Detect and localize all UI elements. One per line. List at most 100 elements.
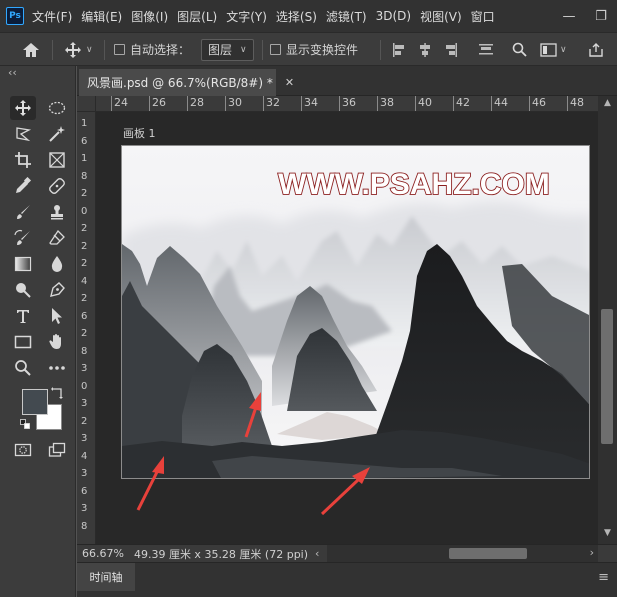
healing-brush-tool[interactable]	[44, 174, 70, 198]
timeline-tab[interactable]: 时间轴	[77, 563, 135, 591]
align-center-button[interactable]	[418, 33, 432, 66]
horizontal-scroll-thumb[interactable]	[449, 548, 527, 559]
ruler-origin[interactable]	[77, 96, 96, 112]
history-brush-tool[interactable]	[10, 226, 36, 250]
artboard[interactable]: WWW.PSAHZ.COM	[121, 145, 590, 479]
magic-wand-tool[interactable]	[44, 122, 70, 146]
ruler-tick-label: 8	[81, 170, 88, 182]
ruler-tick-label: 2	[81, 240, 88, 252]
checkbox-box[interactable]	[114, 44, 125, 55]
share-icon	[589, 42, 603, 57]
ruler-tick-label: 34	[301, 96, 318, 111]
ruler-tick-label: 0	[81, 205, 88, 217]
scroll-right-icon[interactable]: ›	[590, 546, 594, 559]
minimize-button[interactable]: —	[553, 0, 585, 32]
dodge-tool[interactable]	[10, 278, 36, 302]
ruler-tick-label: 42	[453, 96, 470, 111]
eraser-tool[interactable]	[44, 226, 70, 250]
ruler-tick-label: 2	[81, 223, 88, 234]
path-selection-tool[interactable]	[44, 304, 70, 328]
history-brush-icon	[14, 229, 30, 245]
rectangle-tool[interactable]	[10, 330, 36, 354]
align-top-button[interactable]	[478, 33, 494, 66]
panel-menu-icon[interactable]: ≡	[598, 570, 609, 585]
clone-stamp-tool[interactable]	[44, 200, 70, 224]
ruler-tick-label: 36	[339, 96, 356, 111]
close-icon[interactable]: ✕	[285, 76, 294, 89]
quick-mask-icon	[14, 443, 32, 457]
scroll-up-icon[interactable]: ▲	[598, 98, 617, 108]
default-colors-icon[interactable]	[20, 418, 30, 429]
menu-image[interactable]: 图像(I)	[131, 8, 168, 25]
menu-type[interactable]: 文字(Y)	[226, 8, 267, 25]
screen-mode-button[interactable]	[44, 438, 70, 462]
gradient-icon	[14, 256, 32, 272]
frame-tool[interactable]	[44, 148, 70, 172]
eyedropper-tool[interactable]	[10, 174, 36, 198]
home-button[interactable]	[22, 33, 40, 66]
show-transform-checkbox[interactable]: 显示变换控件	[270, 33, 358, 66]
menu-file[interactable]: 文件(F)	[32, 8, 72, 25]
align-left-button[interactable]	[392, 33, 406, 66]
auto-select-checkbox[interactable]: 自动选择：	[114, 33, 190, 66]
show-transform-label: 显示变换控件	[286, 43, 359, 57]
zoom-tool[interactable]	[10, 356, 36, 380]
align-right-icon	[446, 42, 457, 57]
collapse-panel-button[interactable]: ‹‹	[8, 66, 17, 79]
horizontal-scrollbar[interactable]: ›	[327, 545, 598, 563]
gradient-tool[interactable]	[10, 252, 36, 276]
more-tools-button[interactable]	[44, 356, 70, 380]
crop-tool[interactable]	[10, 148, 36, 172]
maximize-button[interactable]: ❐	[585, 0, 617, 32]
menu-bar: Ps 文件(F) 编辑(E) 图像(I) 图层(L) 文字(Y) 选择(S) 滤…	[0, 0, 617, 32]
align-right-button[interactable]	[444, 33, 458, 66]
stamp-icon	[51, 205, 63, 220]
quick-mask-button[interactable]	[10, 438, 36, 462]
vertical-scroll-thumb[interactable]	[601, 309, 613, 444]
menu-layer[interactable]: 图层(L)	[177, 8, 217, 25]
brush-tool[interactable]	[10, 200, 36, 224]
home-icon	[23, 42, 39, 57]
ruler-tick-label: 48	[567, 96, 584, 111]
share-button[interactable]	[588, 33, 604, 66]
zoom-level[interactable]: 66.67%	[82, 547, 124, 560]
hand-icon	[49, 334, 61, 349]
ruler-tick-label: 2	[81, 293, 88, 304]
arrow-cursor-icon	[52, 308, 62, 324]
checkbox-box[interactable]	[270, 44, 281, 55]
menu-window[interactable]: 窗口	[471, 8, 495, 25]
lasso-tool[interactable]	[10, 122, 36, 146]
foreground-color-swatch[interactable]	[22, 389, 48, 415]
menu-filter[interactable]: 滤镜(T)	[326, 8, 367, 25]
ellipse-marquee-icon	[48, 101, 66, 115]
document-tab[interactable]: 风景画.psd @ 66.7%(RGB/8#) * ✕	[79, 69, 294, 96]
menu-3d[interactable]: 3D(D)	[376, 9, 411, 23]
canvas-area[interactable]: 画板 1 WWW.PSAHZ.COM	[96, 112, 598, 544]
status-menu-icon[interactable]: ‹	[315, 547, 319, 560]
menu-view[interactable]: 视图(V)	[420, 8, 462, 25]
vertical-scrollbar[interactable]: ▲ ▼	[598, 96, 617, 544]
document-info[interactable]: 49.39 厘米 x 35.28 厘米 (72 ppi)	[134, 546, 308, 562]
move-tool[interactable]	[10, 96, 36, 120]
search-button[interactable]	[512, 33, 527, 66]
marquee-tool[interactable]	[44, 96, 70, 120]
ruler-tick-label: 28	[187, 96, 204, 111]
horizontal-ruler[interactable]: 24 26 28 30 32 34 36 38 40 42 44 46 48	[96, 96, 617, 112]
workspace-button[interactable]: ∨	[540, 33, 567, 66]
options-divider	[380, 40, 381, 60]
scroll-down-icon[interactable]: ▼	[598, 528, 617, 538]
auto-select-dropdown[interactable]: 图层 ∨	[201, 38, 254, 61]
chevron-down-icon: ∨	[86, 44, 93, 55]
blur-tool[interactable]	[44, 252, 70, 276]
move-tool-preset[interactable]: ∨	[64, 33, 93, 66]
pen-tool[interactable]	[44, 278, 70, 302]
vertical-ruler[interactable]: 1 6 1 8 2 0 2 2 2 4 2 6 2 8 3 0 3 2 3 4 3 6 3 8	[77, 112, 96, 544]
artboard-label[interactable]: 画板 1	[123, 125, 156, 141]
hand-tool[interactable]	[44, 330, 70, 354]
status-bar: 66.67% 49.39 厘米 x 35.28 厘米 (72 ppi) ‹ ›	[77, 544, 617, 563]
swap-colors-icon[interactable]	[50, 386, 64, 400]
auto-select-label: 自动选择：	[130, 43, 191, 57]
menu-edit[interactable]: 编辑(E)	[81, 8, 122, 25]
type-tool[interactable]	[10, 304, 36, 328]
menu-select[interactable]: 选择(S)	[276, 8, 317, 25]
